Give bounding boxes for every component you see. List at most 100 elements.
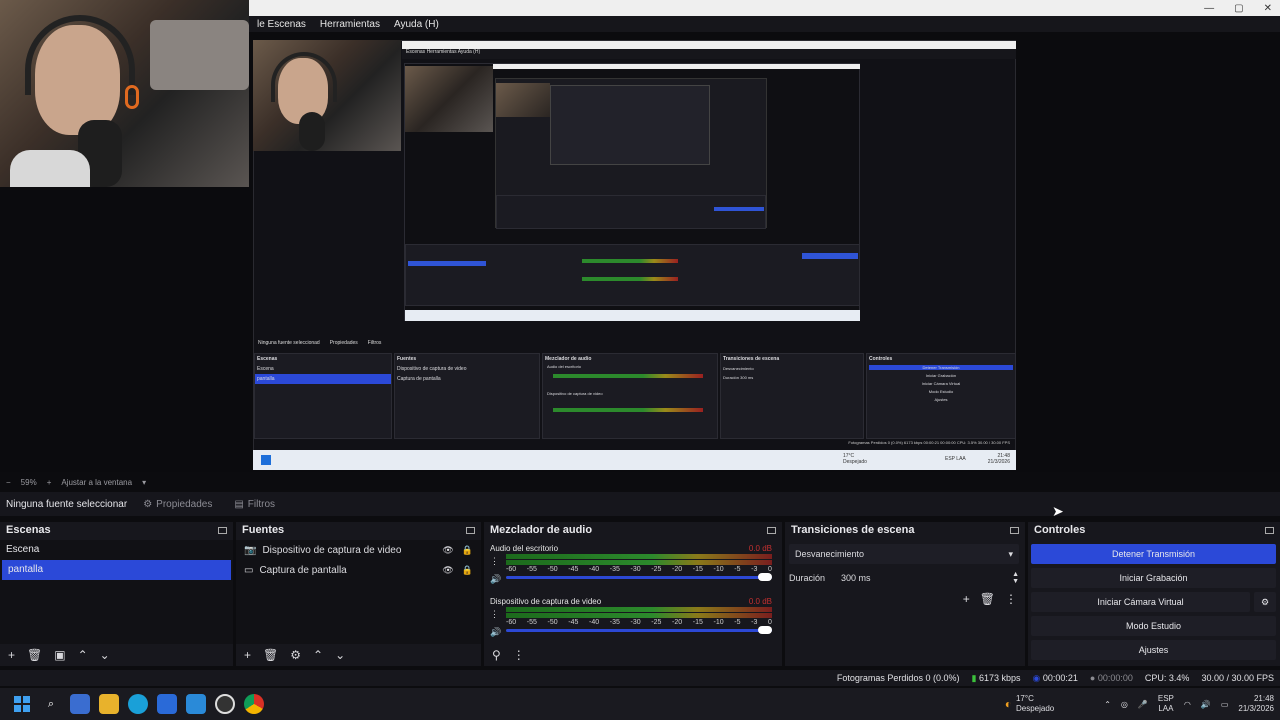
nested-docks-3: [496, 195, 766, 229]
add-icon[interactable]: +: [8, 648, 15, 662]
menu-scenes[interactable]: le Escenas: [257, 19, 306, 30]
transition-selected: Desvanecimiento: [795, 549, 865, 559]
nested-transition-select: Desvanecimiento: [723, 366, 754, 371]
trash-icon[interactable]: 🗑: [263, 648, 278, 662]
undock-icon[interactable]: [218, 526, 227, 534]
trash-icon[interactable]: 🗑: [27, 648, 42, 662]
minimize-icon[interactable]: —: [1204, 3, 1214, 14]
meter-tick-label: -50: [547, 566, 558, 573]
lock-icon[interactable]: 🔒: [462, 545, 473, 556]
search-icon[interactable]: ⌕: [41, 694, 61, 714]
chevron-up-icon[interactable]: ⌃: [1104, 700, 1111, 709]
rec-time: 00:00:00: [1097, 673, 1133, 683]
kebab-menu-icon[interactable]: ⋮: [513, 648, 525, 662]
file-explorer-icon[interactable]: [99, 694, 119, 714]
start-recording-button[interactable]: Iniciar Grabación: [1031, 568, 1276, 588]
kebab-menu-icon[interactable]: ⋮: [1005, 592, 1017, 606]
scene-item-escena[interactable]: Escena: [0, 540, 233, 560]
chevron-up-icon[interactable]: ⌃: [313, 648, 323, 662]
speaker-icon[interactable]: 🔊: [490, 574, 501, 585]
mic-icon[interactable]: 🎤: [1138, 700, 1148, 709]
studio-mode-button[interactable]: Modo Estudio: [1031, 616, 1276, 636]
chrome-icon[interactable]: [244, 694, 264, 714]
store-icon[interactable]: [157, 694, 177, 714]
vscode-icon[interactable]: [186, 694, 206, 714]
volume-slider[interactable]: [506, 626, 772, 634]
menu-bar: le Escenas Herramientas Ayuda (H): [249, 16, 1280, 32]
chevron-up-icon[interactable]: ⌃: [78, 648, 88, 662]
maximize-icon[interactable]: ▢: [1234, 3, 1243, 14]
gear-icon[interactable]: ⚙: [290, 648, 301, 662]
kebab-menu-icon[interactable]: ⋮: [490, 609, 499, 620]
windows-start-icon[interactable]: [12, 694, 32, 714]
trash-icon[interactable]: 🗑: [980, 592, 995, 606]
language-indicator[interactable]: ESP LAA: [1158, 694, 1174, 714]
speaker-icon[interactable]: 🔊: [490, 627, 501, 638]
properties-button[interactable]: ⚙ Propiedades: [137, 497, 218, 512]
weather-widget[interactable]: ◐ 17°C Despejado: [1005, 694, 1055, 714]
link-icon[interactable]: ⚲: [492, 648, 501, 662]
virtual-cam-settings-button[interactable]: ⚙: [1254, 592, 1276, 612]
undock-icon[interactable]: [767, 526, 776, 534]
chevron-down-icon[interactable]: ⌄: [100, 648, 110, 662]
scene-item-pantalla[interactable]: pantalla: [2, 560, 231, 580]
stream-time: 00:00:21: [1042, 672, 1078, 683]
clock[interactable]: 21:48 21/3/2026: [1238, 694, 1274, 714]
zoom-out-icon[interactable]: −: [6, 478, 11, 487]
undock-icon[interactable]: [1265, 526, 1274, 534]
edge-icon[interactable]: [128, 694, 148, 714]
close-icon[interactable]: ✕: [1264, 3, 1272, 14]
duration-stepper[interactable]: ▲ ▼: [1012, 571, 1019, 585]
zoom-fit-select[interactable]: Ajustar a la ventana: [61, 478, 132, 487]
clock-time: 21:48: [1253, 694, 1274, 703]
battery-icon[interactable]: ▭: [1221, 700, 1229, 709]
meter-tick-label: -25: [651, 566, 662, 573]
nested-meter-a: [553, 374, 703, 378]
nested-taskbar-2: [405, 310, 860, 321]
undock-icon[interactable]: [466, 526, 475, 534]
transition-select[interactable]: Desvanecimiento ▾: [789, 544, 1019, 564]
eye-icon[interactable]: 👁: [442, 565, 453, 576]
widgets-icon[interactable]: [70, 694, 90, 714]
source-item-screen-capture[interactable]: ▭ Captura de pantalla 👁 🔒: [236, 560, 481, 580]
menu-tools[interactable]: Herramientas: [320, 19, 380, 30]
network-icon[interactable]: ◎: [1121, 700, 1128, 709]
add-icon[interactable]: +: [244, 648, 251, 662]
volume-knob[interactable]: [758, 573, 772, 581]
volume-icon[interactable]: 🔊: [1201, 700, 1211, 709]
volume-knob[interactable]: [758, 626, 772, 634]
meter-tick-label: -55: [526, 619, 537, 626]
wifi-icon[interactable]: ◠: [1184, 700, 1191, 709]
duration-input[interactable]: 300 ms: [841, 573, 871, 583]
obs-icon[interactable]: [215, 694, 235, 714]
stop-stream-button[interactable]: Detener Transmisión: [1031, 544, 1276, 564]
nested-preview-4: [550, 85, 710, 165]
add-icon[interactable]: +: [963, 592, 970, 606]
scenes-list: Escena pantalla: [0, 540, 233, 644]
meter-ticks: -60 -55 -50 -45 -40 -35 -30 -25 -20 -15 -10 -5 -3 0: [506, 619, 772, 626]
kebab-menu-icon[interactable]: ⋮: [490, 556, 499, 567]
scenes-toolbar: + 🗑 ▣ ⌃ ⌄: [0, 644, 233, 666]
lock-icon[interactable]: 🔒: [462, 565, 473, 576]
meter-ticks: -60 -55 -50 -45 -40 -35 -30 -25 -20 -15 -10 -5 -3 0: [506, 566, 772, 573]
start-virtual-cam-button[interactable]: Iniciar Cámara Virtual: [1031, 592, 1250, 612]
zoom-in-icon[interactable]: +: [47, 478, 52, 487]
meter-tick-label: -10: [713, 566, 724, 573]
mixer-channel-desktop: Audio del escritorio 0.0 dB ⋮ 🔊 -60 -55 -5…: [488, 544, 772, 594]
zoom-percent: 59%: [20, 477, 37, 487]
scenes-title: Escenas: [6, 524, 51, 536]
source-item-video-capture[interactable]: 📷 Dispositivo de captura de video 👁 🔒: [236, 540, 481, 560]
menu-help[interactable]: Ayuda (H): [394, 19, 439, 30]
undock-icon[interactable]: [1010, 526, 1019, 534]
nested-start-recording: Iniciar Grabación: [925, 373, 957, 378]
eye-icon[interactable]: 👁: [442, 545, 453, 556]
filter-icon[interactable]: ▣: [54, 648, 65, 662]
chevron-down-icon[interactable]: ⌄: [335, 648, 345, 662]
settings-button[interactable]: Ajustes: [1031, 640, 1276, 660]
volume-slider[interactable]: [506, 573, 772, 581]
mixer-toolbar: ⚲ ⋮: [484, 644, 782, 666]
filters-button[interactable]: ▤ Filtros: [228, 497, 281, 512]
stream-icon: ◉: [1032, 672, 1041, 683]
chevron-down-icon[interactable]: ▾: [142, 478, 146, 487]
filter-icon: ▤: [234, 498, 244, 510]
